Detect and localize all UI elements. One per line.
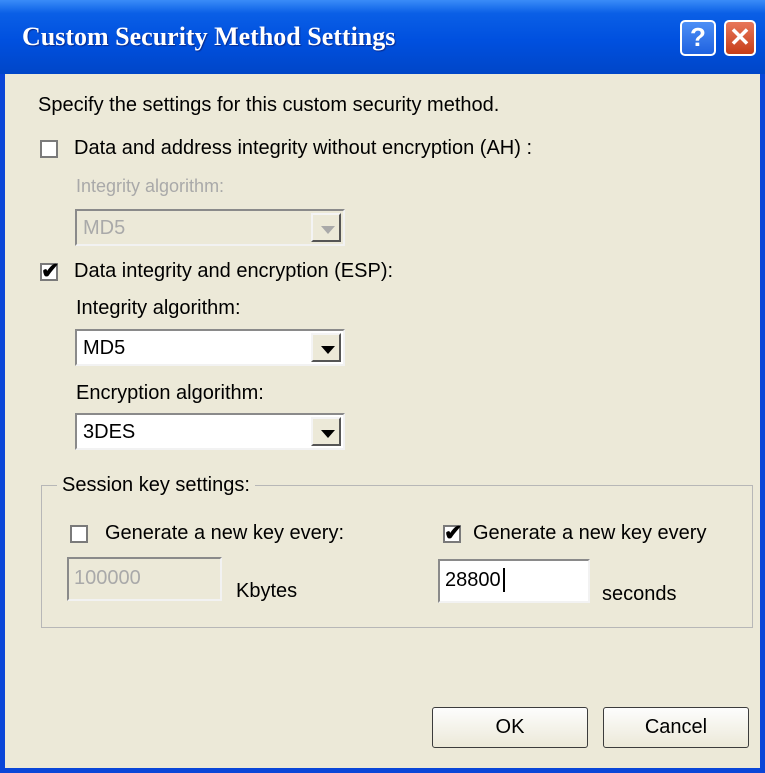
session-key-legend: Session key settings:	[57, 474, 255, 497]
esp-encryption-label: Encryption algorithm:	[76, 382, 264, 404]
esp-encryption-value: 3DES	[83, 421, 136, 443]
cancel-button[interactable]: Cancel	[603, 707, 749, 748]
help-icon: ?	[690, 22, 706, 52]
text-caret	[503, 568, 505, 592]
ah-integrity-value: MD5	[83, 217, 126, 239]
seconds-checkbox[interactable]: ✔	[443, 520, 462, 545]
ah-integrity-select: MD5	[75, 209, 345, 246]
seconds-label[interactable]: Generate a new key every	[473, 522, 706, 545]
checkmark-icon: ✔	[444, 520, 463, 545]
esp-label[interactable]: Data integrity and encryption (ESP):	[74, 260, 393, 283]
checkmark-icon: ✔	[41, 258, 60, 283]
kb-label[interactable]: Generate a new key every:	[105, 522, 344, 545]
close-button[interactable]: ✕	[724, 20, 756, 56]
intro-text: Specify the settings for this custom sec…	[38, 94, 500, 116]
chevron-down-icon[interactable]	[311, 333, 341, 362]
ok-button[interactable]: OK	[432, 707, 588, 748]
title-bar[interactable]: Custom Security Method Settings ? ✕	[0, 0, 765, 74]
close-icon: ✕	[729, 22, 751, 52]
kb-input: 100000	[67, 557, 222, 601]
esp-checkbox[interactable]: ✔	[40, 258, 59, 283]
seconds-input[interactable]: 28800	[438, 559, 590, 603]
help-button[interactable]: ?	[680, 20, 716, 56]
esp-integrity-value: MD5	[83, 337, 126, 359]
ah-integrity-label: Integrity algorithm:	[76, 176, 225, 196]
kb-unit: Kbytes	[236, 580, 298, 602]
dialog-window: Custom Security Method Settings ? ✕ Spec…	[0, 0, 765, 773]
seconds-unit: seconds	[602, 583, 677, 605]
esp-encryption-select[interactable]: 3DES	[75, 413, 345, 450]
ah-checkbox[interactable]	[40, 140, 58, 158]
window-title: Custom Security Method Settings	[22, 22, 396, 51]
kb-value: 100000	[74, 567, 141, 589]
chevron-down-icon	[311, 213, 341, 242]
kb-checkbox[interactable]	[70, 525, 88, 543]
seconds-value: 28800	[445, 569, 501, 591]
esp-integrity-select[interactable]: MD5	[75, 329, 345, 366]
ah-label[interactable]: Data and address integrity without encry…	[74, 137, 532, 160]
esp-integrity-label: Integrity algorithm:	[76, 297, 241, 319]
chevron-down-icon[interactable]	[311, 417, 341, 446]
